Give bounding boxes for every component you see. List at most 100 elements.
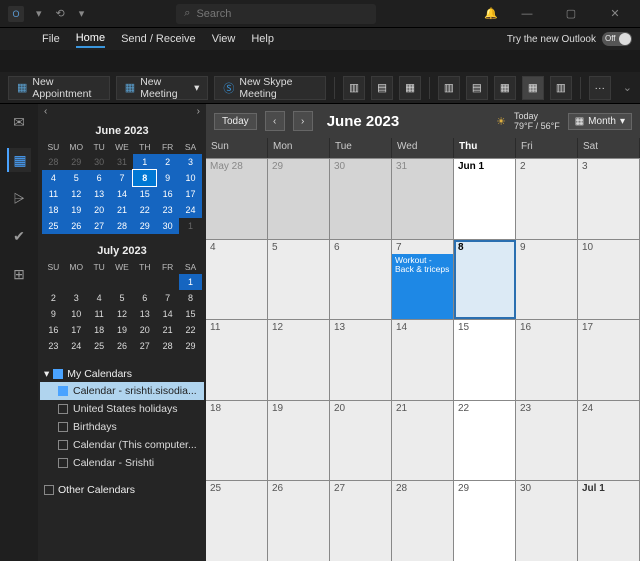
mini-day[interactable]: 22 <box>179 322 202 338</box>
mini-day[interactable] <box>65 274 88 290</box>
mini-day[interactable]: 6 <box>88 170 111 186</box>
calendar-checkbox[interactable] <box>58 458 68 468</box>
redo-dropdown-icon[interactable]: ▾ <box>77 5 87 22</box>
people-icon[interactable]: ⩥ <box>7 186 31 210</box>
mini-day[interactable]: 23 <box>156 202 179 218</box>
mini-day[interactable]: 10 <box>65 306 88 322</box>
mini-day[interactable]: 31 <box>111 154 134 170</box>
mini-day[interactable]: 13 <box>88 186 111 202</box>
mini-day[interactable]: 9 <box>156 170 179 186</box>
mini-day[interactable]: 18 <box>42 202 65 218</box>
day-cell[interactable]: 30 <box>330 159 392 239</box>
day-cell[interactable]: 2 <box>516 159 578 239</box>
mini-day[interactable]: 5 <box>111 290 134 306</box>
new-appointment-button[interactable]: ▦New Appointment <box>8 76 110 100</box>
day-cell[interactable]: 20 <box>330 401 392 481</box>
group-checkbox[interactable] <box>53 369 63 379</box>
next-month-icon[interactable]: › <box>197 106 200 118</box>
arrange-button-1[interactable]: ▥ <box>438 76 460 100</box>
menu-file[interactable]: File <box>42 31 60 47</box>
mini-day[interactable]: 6 <box>133 290 156 306</box>
menu-home[interactable]: Home <box>76 30 105 48</box>
mini-day[interactable]: 12 <box>111 306 134 322</box>
mini-day[interactable]: 15 <box>133 186 156 202</box>
day-cell[interactable]: 17 <box>578 320 640 400</box>
mini-day[interactable]: 26 <box>111 338 134 354</box>
mini-day[interactable]: 16 <box>156 186 179 202</box>
mini-day[interactable]: 9 <box>42 306 65 322</box>
mail-icon[interactable]: ✉ <box>7 110 31 134</box>
day-cell[interactable]: 6 <box>330 240 392 320</box>
day-cell[interactable]: 27 <box>330 481 392 561</box>
arrange-button-5[interactable]: ▥ <box>550 76 572 100</box>
mini-day[interactable]: 26 <box>65 218 88 234</box>
calendar-event[interactable]: Workout - Back & triceps <box>392 254 453 320</box>
day-cell[interactable]: 30 <box>516 481 578 561</box>
mini-day[interactable]: 29 <box>65 154 88 170</box>
more-button[interactable]: ··· <box>589 76 611 100</box>
mini-day[interactable] <box>133 274 156 290</box>
mini-day[interactable]: 17 <box>65 322 88 338</box>
day-cell[interactable]: 14 <box>392 320 454 400</box>
calendar-item[interactable]: Calendar - srishti.sisodia... <box>40 382 204 400</box>
day-cell[interactable]: 3 <box>578 159 640 239</box>
day-cell[interactable]: 19 <box>268 401 330 481</box>
mini-day[interactable]: 29 <box>133 218 156 234</box>
day-cell[interactable]: 15 <box>454 320 516 400</box>
day-cell[interactable]: 18 <box>206 401 268 481</box>
arrange-button-2[interactable]: ▤ <box>466 76 488 100</box>
minimize-button[interactable]: — <box>510 8 544 20</box>
mini-day[interactable]: 4 <box>88 290 111 306</box>
mini-day[interactable]: 28 <box>111 218 134 234</box>
day-cell[interactable]: 4 <box>206 240 268 320</box>
day-cell[interactable]: 11 <box>206 320 268 400</box>
mini-day[interactable]: 19 <box>111 322 134 338</box>
mini-day[interactable]: 22 <box>133 202 156 218</box>
day-cell[interactable]: 13 <box>330 320 392 400</box>
calendar-checkbox[interactable] <box>58 404 68 414</box>
mini-day[interactable] <box>156 274 179 290</box>
prev-button[interactable]: ‹ <box>265 111 285 131</box>
tasks-icon[interactable]: ✔ <box>7 224 31 248</box>
arrange-button-3[interactable]: ▦ <box>494 76 516 100</box>
day-cell[interactable]: 26 <box>268 481 330 561</box>
mini-day[interactable]: 14 <box>111 186 134 202</box>
mini-day[interactable]: 15 <box>179 306 202 322</box>
mini-day[interactable]: 11 <box>42 186 65 202</box>
mini-day[interactable]: 27 <box>88 218 111 234</box>
dropdown-icon[interactable]: ▾ <box>34 5 44 22</box>
day-cell[interactable]: 31 <box>392 159 454 239</box>
day-cell[interactable]: 7Workout - Back & triceps <box>392 240 454 320</box>
mini-day[interactable]: 30 <box>156 218 179 234</box>
day-cell[interactable]: 5 <box>268 240 330 320</box>
mini-day[interactable]: 21 <box>111 202 134 218</box>
ribbon-chevron-icon[interactable]: ⌄ <box>623 81 632 94</box>
mini-day[interactable]: 18 <box>88 322 111 338</box>
mini-day[interactable]: 10 <box>179 170 202 186</box>
mini-day[interactable]: 14 <box>156 306 179 322</box>
day-cell[interactable]: 29 <box>454 481 516 561</box>
mini-day[interactable]: 8 <box>179 290 202 306</box>
mini-day[interactable]: 29 <box>179 338 202 354</box>
mini-day[interactable]: 7 <box>156 290 179 306</box>
mini-day[interactable]: 24 <box>65 338 88 354</box>
new-skype-meeting-button[interactable]: ⓈNew Skype Meeting <box>214 76 326 100</box>
view-button-3[interactable]: ▦ <box>399 76 421 100</box>
mini-day[interactable]: 11 <box>88 306 111 322</box>
calendar-rail-icon[interactable]: ▦ <box>7 148 31 172</box>
day-cell[interactable]: 29 <box>268 159 330 239</box>
mini-day[interactable]: 27 <box>133 338 156 354</box>
mini-day[interactable]: 25 <box>88 338 111 354</box>
mini-day[interactable]: 3 <box>65 290 88 306</box>
day-cell[interactable]: 10 <box>578 240 640 320</box>
mini-day[interactable]: 20 <box>133 322 156 338</box>
other-checkbox[interactable] <box>44 485 54 495</box>
calendar-item[interactable]: United States holidays <box>40 400 204 418</box>
view-selector[interactable]: ▦Month▾ <box>568 113 632 130</box>
day-cell[interactable]: 12 <box>268 320 330 400</box>
bell-icon[interactable]: 🔔 <box>482 5 500 22</box>
calendar-item[interactable]: Calendar (This computer... <box>40 436 204 454</box>
mini-day[interactable] <box>111 274 134 290</box>
view-button-1[interactable]: ▥ <box>343 76 365 100</box>
today-button[interactable]: Today <box>214 113 257 130</box>
